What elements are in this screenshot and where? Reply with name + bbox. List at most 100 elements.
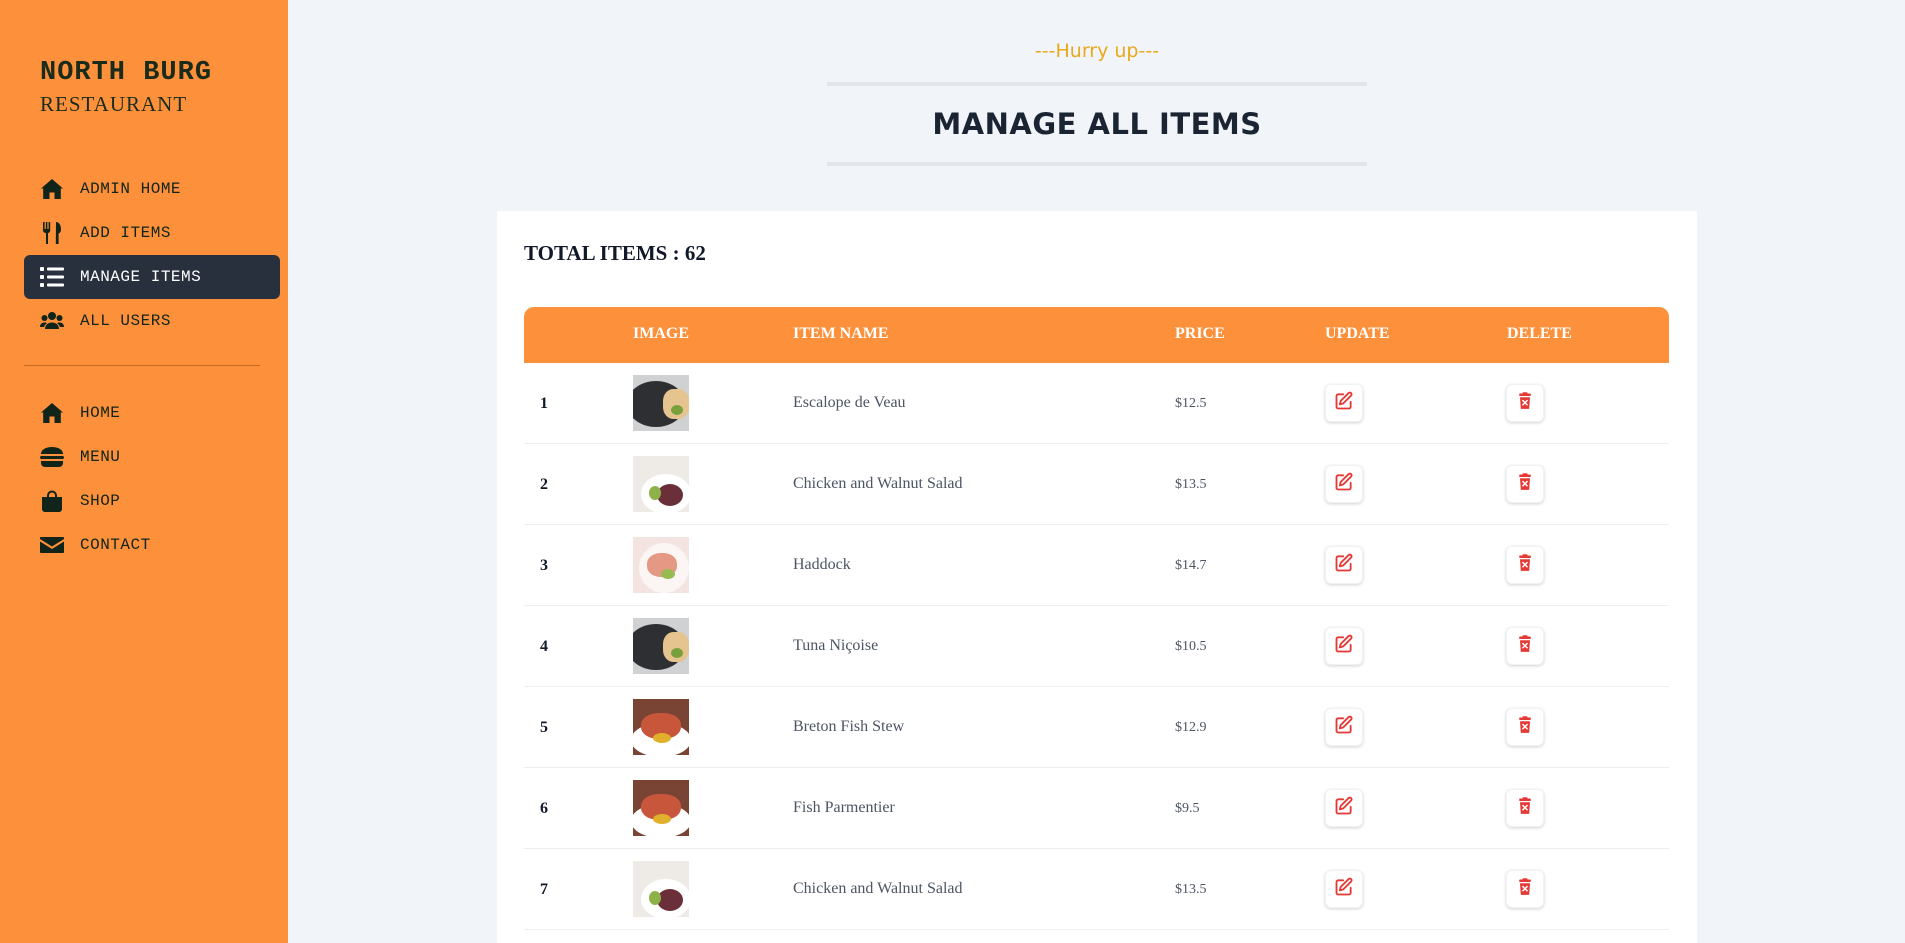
shopping-bag-icon <box>39 490 65 512</box>
users-icon <box>39 310 65 332</box>
row-number: 7 <box>540 881 548 898</box>
delete-button[interactable] <box>1506 627 1544 665</box>
sidebar: NORTH BURG RESTAURANT ADMIN HOME ADD ITE… <box>0 0 288 943</box>
list-icon <box>39 266 65 288</box>
item-name: Breton Fish Stew <box>793 718 905 735</box>
row-number: 5 <box>540 719 548 736</box>
trash-icon <box>1515 391 1535 416</box>
sidebar-item-contact[interactable]: CONTACT <box>24 523 280 567</box>
item-price: $14.7 <box>1175 558 1207 573</box>
table-row: 6 Fish Parmentier $9.5 <box>524 768 1669 849</box>
edit-icon <box>1334 553 1354 578</box>
item-image <box>633 618 689 674</box>
trash-icon <box>1515 553 1535 578</box>
update-button[interactable] <box>1325 546 1363 584</box>
sidebar-item-label: CONTACT <box>80 536 151 554</box>
section-header: ---Hurry up--- MANAGE ALL ITEMS <box>827 40 1367 166</box>
brand-title: NORTH BURG <box>40 58 213 88</box>
sidebar-item-label: ADD ITEMS <box>80 224 171 242</box>
edit-icon <box>1334 715 1354 740</box>
sidebar-item-label: MANAGE ITEMS <box>80 268 202 286</box>
item-price: $13.5 <box>1175 882 1207 897</box>
item-image <box>633 780 689 836</box>
table-row: 7 Chicken and Walnut Salad $13.5 <box>524 849 1669 930</box>
edit-icon <box>1334 634 1354 659</box>
table-row: 5 Breton Fish Stew $12.9 <box>524 687 1669 768</box>
delete-button[interactable] <box>1506 708 1544 746</box>
row-number: 6 <box>540 800 548 817</box>
table-row: 4 Tuna Niçoise $10.5 <box>524 606 1669 687</box>
edit-icon <box>1334 796 1354 821</box>
update-button[interactable] <box>1325 627 1363 665</box>
item-name: Tuna Niçoise <box>793 637 879 654</box>
item-image <box>633 456 689 512</box>
home-icon <box>39 402 65 424</box>
section-subheading: ---Hurry up--- <box>1034 40 1160 62</box>
item-name: Escalope de Veau <box>793 394 906 411</box>
page-title: MANAGE ALL ITEMS <box>827 82 1367 166</box>
brand-subtitle: RESTAURANT <box>40 92 188 116</box>
delete-button[interactable] <box>1506 465 1544 503</box>
item-image <box>633 861 689 917</box>
update-button[interactable] <box>1325 870 1363 908</box>
header-item-name: ITEM NAME <box>793 325 889 342</box>
item-image <box>633 699 689 755</box>
sidebar-item-home[interactable]: HOME <box>24 391 280 435</box>
delete-button[interactable] <box>1506 870 1544 908</box>
trash-icon <box>1515 472 1535 497</box>
header-delete: DELETE <box>1507 325 1572 342</box>
sidebar-divider <box>24 365 260 366</box>
item-price: $12.5 <box>1175 396 1207 411</box>
update-button[interactable] <box>1325 708 1363 746</box>
item-price: $10.5 <box>1175 639 1207 654</box>
sidebar-item-label: MENU <box>80 448 121 466</box>
home-icon <box>39 178 65 200</box>
sidebar-item-all-users[interactable]: ALL USERS <box>24 299 280 343</box>
delete-button[interactable] <box>1506 789 1544 827</box>
sidebar-item-label: ADMIN HOME <box>80 180 182 198</box>
item-name: Haddock <box>793 556 851 573</box>
site-nav: HOME MENU SHOP CONTACT <box>24 391 280 567</box>
row-number: 4 <box>540 638 548 655</box>
row-number: 3 <box>540 557 548 574</box>
burger-icon <box>39 446 65 468</box>
item-name: Chicken and Walnut Salad <box>793 880 963 897</box>
table-row: 3 Haddock $14.7 <box>524 525 1669 606</box>
sidebar-item-manage-items[interactable]: MANAGE ITEMS <box>24 255 280 299</box>
item-name: Fish Parmentier <box>793 799 895 816</box>
delete-button[interactable] <box>1506 546 1544 584</box>
update-button[interactable] <box>1325 384 1363 422</box>
header-image: IMAGE <box>633 325 689 342</box>
table-body: 1 Escalope de Veau $12.5 2 Chicken and W… <box>524 363 1669 930</box>
trash-icon <box>1515 877 1535 902</box>
items-table: IMAGE ITEM NAME PRICE UPDATE DELETE 1 Es… <box>524 307 1669 930</box>
row-number: 2 <box>540 476 548 493</box>
sidebar-item-add-items[interactable]: ADD ITEMS <box>24 211 280 255</box>
table-row: 2 Chicken and Walnut Salad $13.5 <box>524 444 1669 525</box>
item-name: Chicken and Walnut Salad <box>793 475 963 492</box>
trash-icon <box>1515 715 1535 740</box>
delete-button[interactable] <box>1506 384 1544 422</box>
header-update: UPDATE <box>1325 325 1390 342</box>
edit-icon <box>1334 877 1354 902</box>
sidebar-item-label: ALL USERS <box>80 312 171 330</box>
brand-logo[interactable]: NORTH BURG RESTAURANT <box>40 58 212 117</box>
item-image <box>633 537 689 593</box>
sidebar-item-shop[interactable]: SHOP <box>24 479 280 523</box>
sidebar-item-menu[interactable]: MENU <box>24 435 280 479</box>
table-row: 1 Escalope de Veau $12.5 <box>524 363 1669 444</box>
table-header: IMAGE ITEM NAME PRICE UPDATE DELETE <box>524 307 1669 363</box>
update-button[interactable] <box>1325 465 1363 503</box>
sidebar-item-admin-home[interactable]: ADMIN HOME <box>24 167 280 211</box>
item-image <box>633 375 689 431</box>
items-card: TOTAL ITEMS : 62 IMAGE ITEM NAME PRICE U… <box>497 211 1697 943</box>
trash-icon <box>1515 796 1535 821</box>
total-items-count: TOTAL ITEMS : 62 <box>524 241 706 265</box>
trash-icon <box>1515 634 1535 659</box>
item-price: $13.5 <box>1175 477 1207 492</box>
edit-icon <box>1334 472 1354 497</box>
sidebar-item-label: SHOP <box>80 492 121 510</box>
header-price: PRICE <box>1175 325 1225 342</box>
update-button[interactable] <box>1325 789 1363 827</box>
sidebar-item-label: HOME <box>80 404 121 422</box>
